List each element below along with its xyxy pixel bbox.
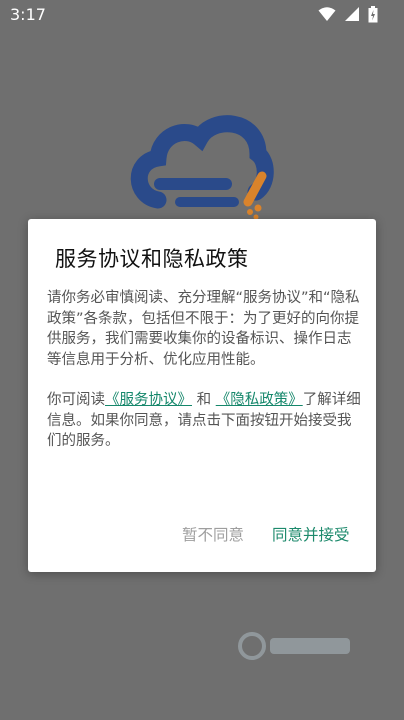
status-bar: 3:17	[0, 0, 404, 30]
status-icons	[315, 6, 378, 24]
signal-icon	[344, 7, 359, 21]
privacy-policy-link[interactable]: 《隐私政策》	[216, 392, 303, 408]
status-time: 3:17	[10, 5, 46, 24]
wifi-icon	[318, 7, 336, 21]
dialog-body: 请你务必审慎阅读、充分理解“服务协议”和“隐私政策”各条款，包括但不限于：为了更…	[47, 288, 363, 452]
privacy-dialog: 服务协议和隐私政策 请你务必审慎阅读、充分理解“服务协议”和“隐私政策”各条款，…	[28, 219, 376, 572]
paragraph-connector: 和	[196, 392, 212, 408]
dialog-paragraph-2: 你可阅读《服务协议》 和 《隐私政策》了解详细信息。如果你同意，请点击下面按钮开…	[47, 390, 363, 452]
dialog-title: 服务协议和隐私政策	[55, 247, 249, 271]
accept-button[interactable]: 同意并接受	[266, 519, 356, 549]
watermark-logo	[238, 632, 350, 660]
battery-icon	[368, 6, 378, 23]
app-logo	[130, 115, 274, 220]
terms-of-service-link[interactable]: 《服务协议》	[105, 392, 192, 408]
dialog-paragraph-1: 请你务必审慎阅读、充分理解“服务协议”和“隐私政策”各条款，包括但不限于：为了更…	[47, 290, 360, 368]
decline-button[interactable]: 暂不同意	[176, 519, 250, 549]
paragraph-prefix: 你可阅读	[47, 392, 105, 408]
